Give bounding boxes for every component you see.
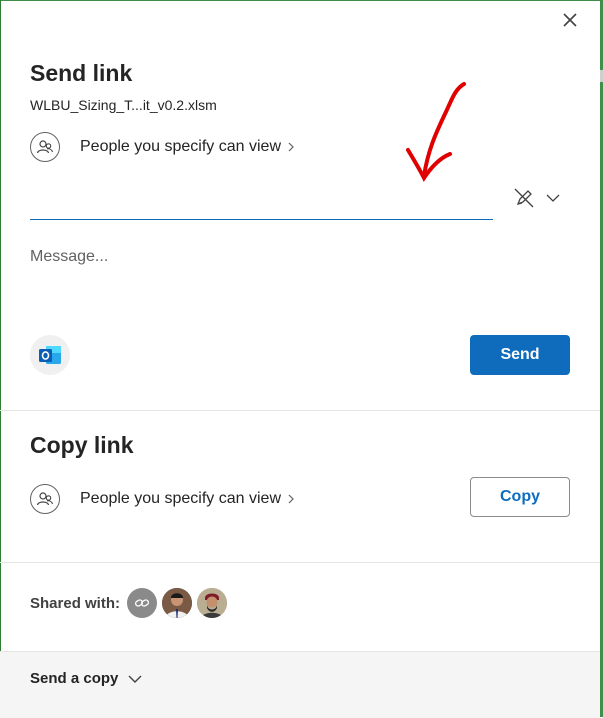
shared-with-label: Shared with: bbox=[30, 594, 121, 612]
red-arrow-annotation bbox=[406, 82, 466, 182]
chevron-down-icon bbox=[546, 194, 560, 202]
chevron-down-icon bbox=[128, 675, 142, 683]
message-field[interactable] bbox=[30, 248, 570, 308]
section-divider bbox=[0, 562, 600, 563]
send-permission-label: People you specify can view bbox=[80, 138, 281, 155]
footer: Send a copy bbox=[0, 651, 600, 718]
close-button[interactable] bbox=[561, 11, 579, 29]
outlook-button[interactable] bbox=[30, 335, 70, 375]
copy-permission-selector[interactable]: People you specify can view bbox=[30, 483, 295, 515]
chevron-right-icon bbox=[287, 493, 295, 505]
link-avatar[interactable] bbox=[127, 588, 158, 618]
send-button[interactable]: Send bbox=[470, 335, 570, 375]
person-avatar-1[interactable] bbox=[162, 588, 193, 618]
send-a-copy-button[interactable]: Send a copy bbox=[30, 670, 142, 687]
person-photo-icon bbox=[162, 588, 193, 618]
shared-with-row: Shared with: bbox=[30, 588, 232, 618]
send-permission-selector[interactable]: People you specify can view bbox=[30, 131, 295, 163]
copy-permission-label: People you specify can view bbox=[80, 490, 281, 507]
copy-link-title: Copy link bbox=[30, 432, 134, 458]
link-icon bbox=[134, 599, 150, 607]
person-avatar-2[interactable] bbox=[197, 588, 228, 618]
people-icon bbox=[30, 484, 60, 514]
outlook-icon bbox=[39, 346, 61, 364]
window-frame-left bbox=[0, 0, 1, 717]
window-frame-top bbox=[0, 0, 603, 1]
close-icon bbox=[563, 13, 577, 27]
person-photo-icon bbox=[197, 588, 228, 618]
section-divider bbox=[0, 410, 600, 411]
dialog-title: Send link bbox=[30, 60, 133, 86]
recipient-input[interactable] bbox=[30, 185, 493, 220]
file-name: WLBU_Sizing_T...it_v0.2.xlsm bbox=[30, 97, 217, 113]
edit-permission-dropdown[interactable] bbox=[512, 186, 560, 210]
chevron-right-icon bbox=[287, 141, 295, 153]
pencil-slash-icon bbox=[514, 188, 534, 208]
people-icon bbox=[30, 132, 60, 162]
copy-button[interactable]: Copy bbox=[470, 477, 570, 517]
send-a-copy-label: Send a copy bbox=[30, 670, 119, 687]
